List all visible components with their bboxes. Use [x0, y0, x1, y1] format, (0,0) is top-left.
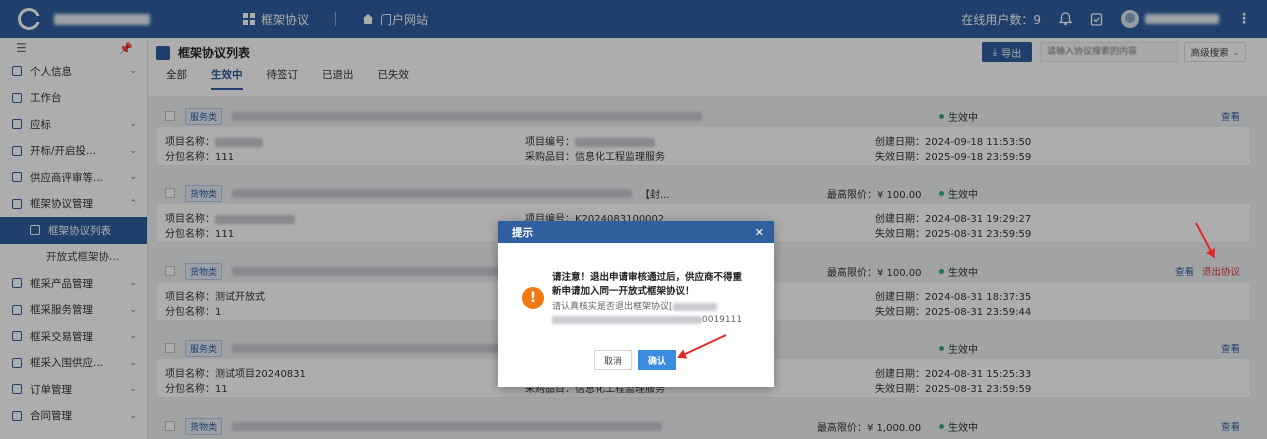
dialog-header: 提示 ✕ [498, 221, 774, 243]
warning-message: 请注意！退出申请审核通过后，供应商不得重 新申请加入同一开放式框架协议！ [552, 271, 764, 299]
warning-line-2: 新申请加入同一开放式框架协议！ [552, 286, 695, 297]
confirm-dialog: 提示 ✕ ! 请注意！退出申请审核通过后，供应商不得重 新申请加入同一开放式框架… [498, 221, 774, 387]
dialog-title: 提示 [512, 226, 533, 239]
confirm-button[interactable]: 确认 [638, 350, 676, 370]
close-icon[interactable]: ✕ [755, 226, 764, 239]
confirm-message: 请认真核实是否退出框架协议[ 0019111 [552, 301, 766, 327]
confirm-text-prefix: 请认真核实是否退出框架协议[ [552, 302, 673, 312]
warning-icon: ! [522, 287, 544, 309]
confirm-text-suffix: 0019111 [702, 315, 743, 325]
cancel-button[interactable]: 取消 [594, 350, 632, 370]
warning-line-1: 请注意！退出申请审核通过后，供应商不得重 [552, 272, 743, 283]
agreement-id-redacted [552, 315, 702, 324]
agreement-name-redacted [672, 302, 717, 311]
